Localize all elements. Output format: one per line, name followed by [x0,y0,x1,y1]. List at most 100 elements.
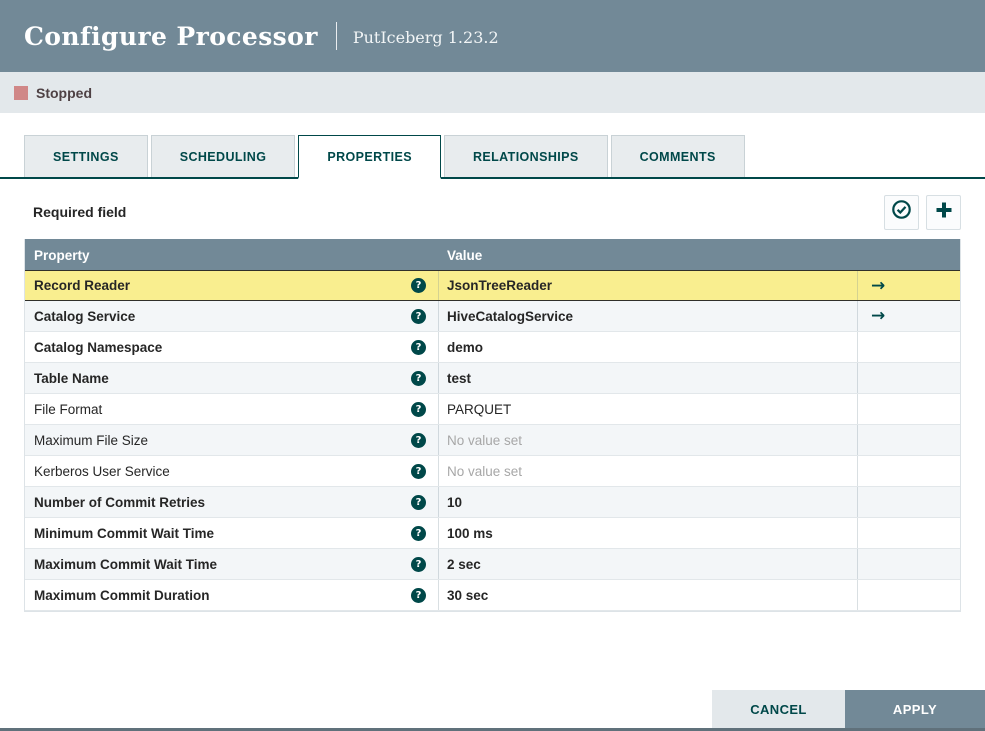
row-actions-cell: → [858,271,960,300]
property-row-maximum-commit-wait-time: Maximum Commit Wait Time? 2 sec [25,549,960,580]
property-value-cell[interactable]: 10 [439,487,858,517]
property-value: test [447,370,472,386]
tab-properties[interactable]: PROPERTIES [298,135,441,179]
property-value: 30 sec [447,587,489,603]
property-name: Catalog Service [34,308,136,324]
tab-relationships[interactable]: RELATIONSHIPS [443,135,608,177]
property-value-cell[interactable]: HiveCatalogService [439,301,858,331]
help-icon[interactable]: ? [411,370,426,386]
row-actions-cell [858,363,960,393]
help-icon[interactable]: ? [411,494,426,510]
property-value: PARQUET [447,401,512,417]
property-name: Maximum Commit Wait Time [34,556,218,572]
property-row-catalog-namespace: Catalog Namespace? demo [25,332,960,363]
property-column-header: Property [34,247,90,263]
property-name-cell: Catalog Namespace? [25,332,439,362]
tab-scheduling[interactable]: SCHEDULING [150,135,296,177]
row-actions-cell [858,456,960,486]
help-icon[interactable]: ? [411,401,426,417]
help-icon[interactable]: ? [411,278,426,293]
property-name-cell: Kerberos User Service? [25,456,439,486]
property-row-table-name: Table Name? test [25,363,960,394]
property-name: Table Name [34,370,109,386]
properties-toolbar: Required field [24,194,961,230]
property-name-cell: Number of Commit Retries? [25,487,439,517]
row-actions-cell [858,487,960,517]
row-actions-cell [858,518,960,548]
property-name-cell: Maximum File Size? [25,425,439,455]
property-row-minimum-commit-wait-time: Minimum Commit Wait Time? 100 ms [25,518,960,549]
property-row-catalog-service: Catalog Service? HiveCatalogService → [25,301,960,332]
property-row-number-of-commit-retries: Number of Commit Retries? 10 [25,487,960,518]
help-icon[interactable]: ? [411,587,426,603]
plus-icon [934,200,954,225]
property-value: 100 ms [447,525,493,541]
property-value: JsonTreeReader [447,278,553,293]
tab-comments[interactable]: COMMENTS [610,135,745,177]
property-row-maximum-commit-duration: Maximum Commit Duration? 30 sec [25,580,960,611]
help-icon[interactable]: ? [411,556,426,572]
status-bar: Stopped [0,72,985,113]
row-actions-cell [858,332,960,362]
add-property-button[interactable] [926,194,961,230]
property-name-cell: Minimum Commit Wait Time? [25,518,439,548]
property-name-cell: Record Reader? [25,271,439,300]
property-name: Minimum Commit Wait Time [34,525,215,541]
value-column-header: Value [447,247,483,263]
property-value: No value set [447,463,523,479]
row-actions-cell [858,580,960,610]
property-name: Number of Commit Retries [34,494,206,510]
verify-properties-button[interactable] [884,194,919,230]
row-actions-cell [858,425,960,455]
property-row-record-reader: Record Reader? JsonTreeReader → [25,270,960,301]
property-value-cell[interactable]: 100 ms [439,518,858,548]
property-value-cell[interactable]: test [439,363,858,393]
row-actions-cell [858,394,960,424]
property-row-maximum-file-size: Maximum File Size? No value set [25,425,960,456]
property-value-cell[interactable]: JsonTreeReader [439,271,858,300]
help-icon[interactable]: ? [411,525,426,541]
property-name-cell: Maximum Commit Duration? [25,580,439,610]
required-field-label: Required field [33,204,127,220]
property-value-cell[interactable]: 2 sec [439,549,858,579]
apply-button[interactable]: APPLY [845,690,985,728]
help-icon[interactable]: ? [411,308,426,324]
stopped-icon [14,85,28,100]
table-header: Property Value [25,239,960,271]
property-value-cell[interactable]: 30 sec [439,580,858,610]
property-value: 2 sec [447,556,481,572]
title-divider [335,22,337,50]
help-icon[interactable]: ? [411,339,426,355]
dialog-header: Configure Processor PutIceberg 1.23.2 [0,0,985,72]
property-row-file-format: File Format? PARQUET [25,394,960,425]
dialog-title: Configure Processor [24,21,318,51]
processor-name-version: PutIceberg 1.23.2 [352,28,499,47]
property-name: Kerberos User Service [34,463,170,479]
property-value: No value set [447,432,523,448]
property-name: Catalog Namespace [34,339,163,355]
help-icon[interactable]: ? [411,432,426,448]
row-actions-cell: → [858,301,960,331]
go-to-service-arrow-icon[interactable]: → [871,306,885,326]
go-to-service-arrow-icon[interactable]: → [871,276,885,296]
configure-processor-dialog: Configure Processor PutIceberg 1.23.2 St… [0,0,985,731]
property-name: File Format [34,401,103,417]
properties-table: Property Value Record Reader? JsonTreeRea… [24,239,961,612]
status-label: Stopped [36,84,92,101]
check-circle-icon [891,199,912,225]
property-value-cell[interactable]: No value set [439,425,858,455]
property-value: HiveCatalogService [447,308,574,324]
tab-settings[interactable]: SETTINGS [24,135,148,177]
property-value-cell[interactable]: No value set [439,456,858,486]
cancel-button[interactable]: CANCEL [712,690,845,728]
property-value-cell[interactable]: demo [439,332,858,362]
dialog-footer: CANCEL APPLY [712,690,985,728]
property-value-cell[interactable]: PARQUET [439,394,858,424]
property-name-cell: File Format? [25,394,439,424]
help-icon[interactable]: ? [411,463,426,479]
property-name-cell: Catalog Service? [25,301,439,331]
property-row-kerberos-user-service: Kerberos User Service? No value set [25,456,960,487]
property-value: demo [447,339,484,355]
dialog-content: SETTINGS SCHEDULING PROPERTIES RELATIONSHIP… [0,135,985,612]
property-name: Maximum File Size [34,432,149,448]
